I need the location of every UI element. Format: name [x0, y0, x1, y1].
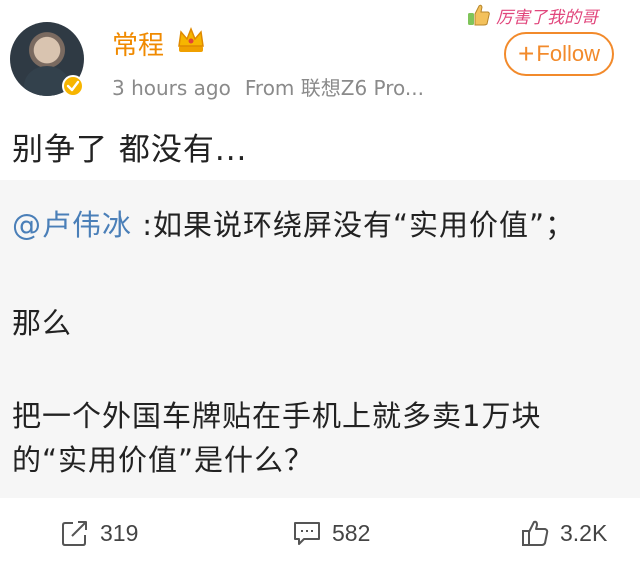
quoted-line-3: 把一个外国车牌贴在手机上就多卖1万块: [12, 399, 542, 433]
quoted-line-1: @卢伟冰 :如果说环绕屏没有“实用价值”；: [12, 202, 575, 244]
follow-label: Follow: [536, 41, 600, 66]
post-time: 3 hours ago: [112, 76, 231, 100]
plus-icon: +: [518, 38, 535, 69]
comment-icon: [294, 522, 320, 545]
like-count: 3.2K: [560, 519, 608, 546]
comment-button[interactable]: 582: [292, 518, 370, 548]
decorative-sticker: 厉害了我的哥: [466, 0, 636, 30]
repost-button[interactable]: 319: [60, 518, 138, 548]
action-bar: 319 582 3.2K: [0, 508, 640, 564]
thumbs-up-icon: [522, 520, 549, 546]
post-text: 别争了 都没有...: [12, 132, 248, 168]
post-meta: 3 hours ago From 联想Z6 Pro...: [112, 72, 424, 101]
quoted-line-4: 的“实用价值”是什么？: [12, 443, 315, 477]
thumbs-up-icon: [468, 4, 490, 26]
post-source[interactable]: From 联想Z6 Pro...: [245, 76, 424, 100]
quoted-text-1: :如果说环绕屏没有“实用价值”；: [132, 208, 576, 242]
quoted-post[interactable]: @卢伟冰 :如果说环绕屏没有“实用价值”； 那么 把一个外国车牌贴在手机上就多卖…: [0, 180, 640, 498]
comment-count: 582: [332, 519, 371, 546]
repost-icon: [62, 521, 87, 546]
follow-button[interactable]: + Follow: [504, 32, 614, 76]
quoted-line-2: 那么: [12, 306, 73, 340]
verified-badge-icon: [62, 75, 84, 97]
sticker-text: 厉害了我的哥: [496, 7, 598, 28]
crown-icon: [178, 26, 204, 52]
mention-link[interactable]: @卢伟冰: [12, 208, 132, 242]
username[interactable]: 常程: [112, 25, 164, 62]
repost-count: 319: [100, 519, 139, 546]
like-button[interactable]: 3.2K: [520, 518, 607, 548]
